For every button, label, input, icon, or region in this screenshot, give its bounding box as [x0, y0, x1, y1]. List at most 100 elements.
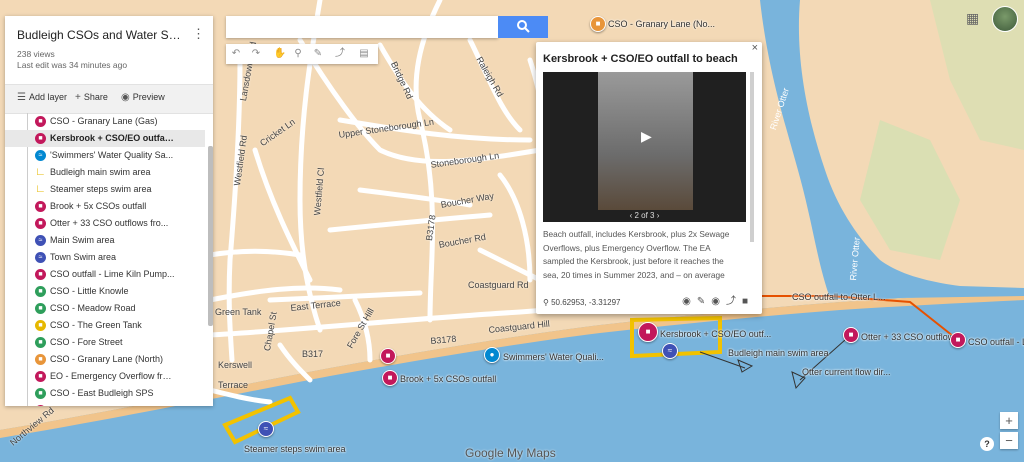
marker-label: CSO outfall - Li... [968, 337, 1024, 347]
feature-list-item[interactable]: ■ CSO outfall - Lime Kiln Pump... [5, 266, 205, 283]
marker-label: Swimmers' Water Quali... [503, 352, 604, 362]
feature-list-item-label: CSO outfall - Lime Kiln Pump... [50, 269, 175, 279]
feature-list-item[interactable]: ■ CSO - Granary Lane (Gas) [5, 113, 205, 130]
edit-icon[interactable]: ✎ [697, 296, 711, 307]
feature-list-item[interactable]: ∟ Budleigh main swim area [5, 164, 205, 181]
close-icon[interactable]: × [752, 42, 758, 54]
pin-icon: ■ [35, 201, 46, 212]
pin-icon: ■ [35, 269, 46, 280]
marker-pin[interactable]: ■ [380, 348, 396, 364]
swim-icon: ≈ [35, 235, 46, 246]
pin-icon: ■ [35, 133, 46, 144]
avatar[interactable] [992, 6, 1018, 32]
media-carousel[interactable]: ▶ ‹ 2 of 3 › [543, 72, 746, 222]
marker-brook-5x-csos[interactable]: ■ [382, 370, 398, 386]
feature-list-item[interactable]: ≈ Main Swim area [5, 232, 205, 249]
zoom-out-button[interactable]: − [1000, 432, 1018, 449]
road-label: Coastguard Rd [468, 280, 529, 290]
feature-list-item[interactable]: ■ CSO - Granary Lane (North) [5, 351, 205, 368]
feature-list-item-label: Kersbrook + CSO/EO outfall ... [50, 133, 175, 143]
feature-list-item[interactable]: ■ Otter + 33 CSO outflows fro... [5, 215, 205, 232]
marker-label: CSO outfall to Otter L... [792, 292, 886, 302]
info-title: Kersbrook + CSO/EO outfall to beach [543, 53, 738, 65]
pin-icon: ■ [35, 116, 46, 127]
search-icon [517, 19, 530, 33]
more-options-icon[interactable]: ⋮ [192, 26, 205, 42]
help-icon[interactable]: ? [980, 437, 994, 451]
feature-list-item[interactable]: ■ CSO - Little SPS [5, 402, 205, 406]
feature-info-window: × Kersbrook + CSO/EO outfall to beach ▶ … [536, 42, 762, 314]
ruler-icon[interactable]: ▤ [356, 47, 372, 61]
pin-icon: ■ [35, 388, 46, 399]
coords-text: 50.62953, -3.31297 [551, 298, 621, 307]
marker-kersbrook-selected[interactable]: ■ [638, 322, 658, 342]
map-title[interactable]: Budleigh CSOs and Water Sampli... [17, 28, 187, 42]
marker-label: Budleigh main swim area [728, 348, 829, 358]
feature-list: ■ CSO - Granary Lane (Gas) ■ Kersbrook + CS… [5, 113, 205, 406]
feature-list-item[interactable]: ■ CSO - East Budleigh SPS [5, 385, 205, 402]
line-icon: ∟ [35, 183, 46, 195]
zoom-in-button[interactable]: + [1000, 412, 1018, 429]
marker-budleigh-main-swim[interactable]: ≈ [662, 343, 678, 359]
marker-steamer-steps-swim[interactable]: ≈ [258, 421, 274, 437]
search-input[interactable] [226, 16, 498, 38]
preview-button[interactable]: ◉ Preview [121, 92, 165, 103]
preview-label: Preview [132, 92, 165, 102]
directions-icon[interactable]: ⤴ [332, 47, 348, 61]
feature-list-item[interactable]: ■ Brook + 5x CSOs outfall [5, 198, 205, 215]
feature-list-item-label: Budleigh main swim area [50, 167, 151, 177]
paint-style-icon[interactable]: ◉ [682, 296, 697, 307]
delete-icon[interactable]: ■ [742, 296, 754, 307]
pin-icon: ■ [35, 354, 46, 365]
feature-list-item[interactable]: ■ EO - Emergency Overflow fro... [5, 368, 205, 385]
feature-list-item[interactable]: ■ CSO - The Green Tank [5, 317, 205, 334]
pin-icon: ■ [35, 286, 46, 297]
directions-icon[interactable]: ⤴ [726, 296, 742, 307]
redo-icon[interactable]: ↷ [248, 47, 264, 61]
eye-icon: ◉ [121, 92, 130, 103]
swim-icon: ≈ [35, 252, 46, 263]
add-marker-icon[interactable]: ⚲ [290, 47, 306, 61]
share-button[interactable]: + Share [75, 92, 108, 103]
feature-list-item[interactable]: ∟ Steamer steps swim area [5, 181, 205, 198]
feature-list-item-label: Otter + 33 CSO outflows fro... [50, 218, 169, 228]
play-icon[interactable]: ▶ [641, 128, 652, 145]
feature-list-item[interactable]: ≈ 'Swimmers' Water Quality Sa... [5, 147, 205, 164]
pin-icon: ■ [35, 371, 46, 382]
feature-list-item[interactable]: ≈ Town Swim area [5, 249, 205, 266]
add-person-icon: + [75, 92, 81, 103]
feature-list-item[interactable]: ■ CSO - Meadow Road [5, 300, 205, 317]
feature-list-item-label: Steamer steps swim area [50, 184, 152, 194]
feature-list-item-label: Brook + 5x CSOs outfall [50, 201, 147, 211]
undo-icon[interactable]: ↶ [228, 47, 244, 61]
panel-scrollbar[interactable] [208, 146, 213, 326]
feature-list-item-label: CSO - East Budleigh SPS [50, 388, 154, 398]
add-layer-button[interactable]: ☰ Add layer [17, 92, 67, 103]
next-icon[interactable]: › [657, 211, 660, 220]
feature-list-item-label: EO - Emergency Overflow fro... [50, 371, 175, 381]
camera-icon[interactable]: ◉ [711, 296, 726, 307]
last-edit-status: Last edit was 34 minutes ago [17, 60, 128, 70]
view-count: 238 views [17, 49, 55, 59]
apps-grid-icon[interactable]: ▦ [966, 10, 979, 27]
marker-otter-33-cso[interactable]: ■ [843, 327, 859, 343]
feature-list-item-label: CSO - Fore Street [50, 337, 123, 347]
road-label: Kerswell [218, 360, 253, 370]
feature-list-item[interactable]: ■ CSO - Fore Street [5, 334, 205, 351]
share-label: Share [83, 92, 108, 102]
marker-cso-outfall-lime[interactable]: ■ [950, 332, 966, 348]
media-pager: ‹ 2 of 3 › [543, 211, 746, 220]
draw-line-icon[interactable]: ✎ [310, 47, 326, 61]
marker-cso-granary-lane-north[interactable]: ■ [590, 16, 606, 32]
search-button[interactable] [498, 16, 548, 38]
panel-actions: ☰ Add layer + Share ◉ Preview [5, 84, 213, 114]
feature-list-item[interactable]: ■ Kersbrook + CSO/EO outfall ... [5, 130, 205, 147]
info-scrollbar[interactable] [750, 72, 754, 242]
marker-swimmers-water-quality[interactable]: ● [484, 347, 500, 363]
prev-icon[interactable]: ‹ [630, 211, 633, 220]
feature-list-item[interactable]: ■ CSO - Little Knowle [5, 283, 205, 300]
marker-label: Kersbrook + CSO/EO outf... [660, 329, 772, 339]
layers-icon: ☰ [17, 92, 26, 103]
map-layers-panel: Budleigh CSOs and Water Sampli... ⋮ 238 … [5, 16, 213, 406]
hand-pan-icon[interactable]: ✋ [272, 47, 288, 61]
